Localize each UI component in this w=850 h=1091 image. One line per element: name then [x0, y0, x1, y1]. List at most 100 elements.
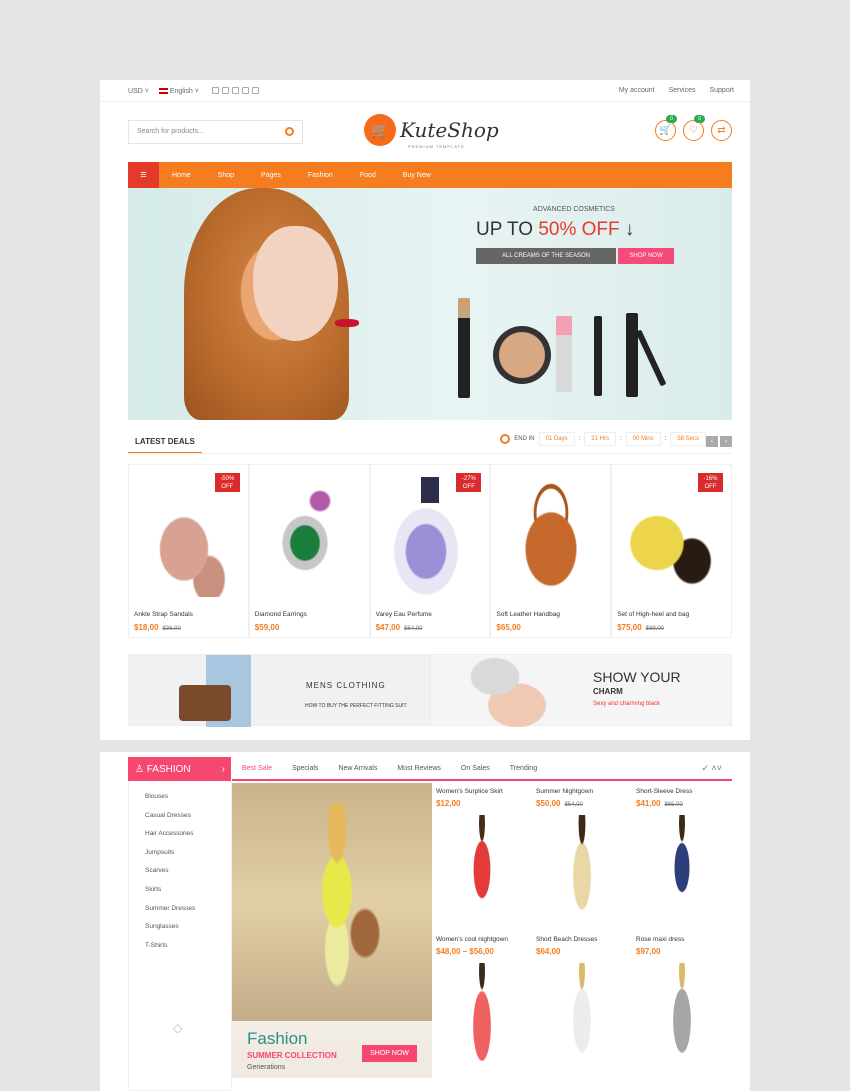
product-card[interactable]: -50% OFF Ankle Strap Sandals $18,00 $36,00: [128, 464, 249, 638]
tab-trending[interactable]: Trending: [510, 765, 537, 772]
tab-new-arrivals[interactable]: New Arrivals: [338, 765, 377, 772]
tabs-nav-icon[interactable]: ✓ ˄˅: [701, 763, 722, 774]
currency-selector[interactable]: USD ˅: [128, 88, 149, 95]
divider: [128, 453, 732, 454]
prev-arrow-icon[interactable]: ‹: [706, 436, 718, 447]
product-card[interactable]: -16% OFF Set of High-heel and bag $75,00 $…: [611, 464, 732, 638]
menu-icon[interactable]: ≡: [128, 162, 159, 188]
earrings-image: [259, 477, 360, 597]
mens-clothing-banner[interactable]: MENS CLOTHING HOW TO BUY THE PERFECT FIT…: [128, 654, 430, 727]
pinterest-icon[interactable]: [241, 87, 249, 94]
tab-on-sales[interactable]: On Sales: [461, 765, 490, 772]
twitter-icon[interactable]: [221, 87, 229, 94]
patterned-dress-image: [666, 963, 698, 1068]
compare-icon: ⇄: [717, 125, 726, 136]
pink-nightgown-image: [466, 963, 498, 1068]
nav-item-pages[interactable]: Pages: [261, 172, 281, 179]
social-links: [209, 87, 259, 96]
fashion-shop-now-button[interactable]: SHOP NOW: [362, 1045, 417, 1062]
white-beach-dress-image: [566, 963, 598, 1068]
red-dress-image: [466, 815, 498, 920]
category-item[interactable]: Skirts: [145, 881, 231, 900]
fashion-product[interactable]: Rose maxi dress $97,00: [632, 931, 732, 1079]
logo[interactable]: 🛒 KuteShop PREMIUM TEMPLATE: [364, 114, 499, 149]
discount-badge: -27% OFF: [456, 473, 482, 492]
search-input[interactable]: Search for products...: [128, 120, 303, 144]
uk-flag-icon: [158, 88, 168, 95]
bag-heels-image: [622, 477, 723, 597]
category-item[interactable]: T-Shirts: [145, 937, 231, 956]
page: USD ˅ English ˅ My account Services Supp…: [100, 80, 750, 1091]
main-nav: ≡ Home Shop Pages Fashion Food Buy New: [128, 162, 732, 188]
perfume-image: [380, 477, 481, 597]
product-card[interactable]: -27% OFF Varey Eau Perfume $47,00 $64,00: [369, 464, 491, 638]
deal-products: -50% OFF Ankle Strap Sandals $18,00 $36,00…: [128, 464, 732, 638]
model-lips-image: [335, 319, 359, 327]
dress-icon: ♙: [135, 763, 147, 775]
fashion-products: Women's Surplice Skirt $12,00 Summer Nig…: [432, 783, 732, 1078]
section-separator: [100, 740, 750, 752]
fashion-banner[interactable]: Fashion SUMMER COLLECTION Generations SH…: [232, 783, 432, 1078]
hero-banner[interactable]: ADVANCED COSMETICS UP TO 50% OFF ↓ ALL C…: [128, 188, 732, 420]
language-selector[interactable]: English ˅: [158, 88, 199, 95]
category-item[interactable]: Scarves: [145, 862, 231, 881]
nav-item-buy-new[interactable]: Buy New: [403, 172, 431, 179]
cart-button[interactable]: 🛒 0: [655, 115, 677, 141]
category-item[interactable]: Casual Dresses: [145, 807, 231, 826]
nav-item-shop[interactable]: Shop: [218, 172, 234, 179]
product-card[interactable]: Soft Leather Handbag $65,00: [490, 464, 612, 638]
timer-seconds: 58 Secs: [670, 432, 706, 446]
mascara-brush-image: [635, 329, 667, 387]
hero-sup-title: ADVANCED COSMETICS: [533, 206, 615, 213]
header-icons: 🛒 0 ♡ 0 ⇄: [655, 115, 732, 141]
category-item[interactable]: Blouses: [145, 788, 231, 807]
fashion-product[interactable]: Short-Sleeve Dress $41,00 $65,00: [632, 783, 732, 931]
compact-powder-image: [493, 326, 551, 384]
category-item[interactable]: Sunglasses: [145, 918, 231, 937]
tab-specials[interactable]: Specials: [292, 765, 318, 772]
cart-logo-icon: 🛒: [364, 114, 396, 146]
bag-image: [179, 685, 231, 721]
search-icon[interactable]: [285, 127, 294, 136]
facebook-icon[interactable]: [211, 87, 219, 94]
fashion-product[interactable]: Summer Nightgown $50,00 $54,00: [532, 783, 632, 931]
hero-headline: UP TO 50% OFF ↓: [476, 219, 635, 240]
product-card[interactable]: Diamond Earrings $59,00: [248, 464, 370, 638]
nav-item-home[interactable]: Home: [172, 172, 191, 179]
floral-nightgown-image: [566, 815, 598, 920]
fashion-product[interactable]: Short Beach Dresses $64,00: [532, 931, 632, 1079]
instagram-icon[interactable]: [251, 87, 259, 94]
category-item[interactable]: Summer Dresses: [145, 900, 231, 919]
clock-icon: [500, 434, 511, 444]
blue-floral-dress-image: [666, 815, 698, 920]
nav-item-fashion[interactable]: Fashion: [308, 172, 333, 179]
youtube-icon[interactable]: [231, 87, 239, 94]
sandals-image: [139, 477, 239, 597]
fashion-product[interactable]: Women's cool nightgown $48,00 – $56,00: [432, 931, 532, 1079]
my-account-link[interactable]: My account: [619, 87, 655, 94]
nav-item-food[interactable]: Food: [360, 172, 376, 179]
tab-most-reviews[interactable]: Most Reviews: [397, 765, 441, 772]
services-link[interactable]: Services: [669, 87, 696, 94]
fashion-header[interactable]: ♙ FASHION ›: [128, 757, 231, 781]
category-item[interactable]: Jumpsuits: [145, 844, 231, 863]
category-item[interactable]: Hair Accessories: [145, 825, 231, 844]
show-your-charm-banner[interactable]: SHOW YOUR CHARM Sexy and charming black: [430, 654, 732, 727]
compare-button[interactable]: ⇄: [711, 120, 732, 141]
scroll-icon[interactable]: ◇: [173, 1021, 182, 1035]
tab-best-sale[interactable]: Best Sale: [242, 765, 272, 772]
handbag-image: [501, 477, 602, 597]
latest-deals-title: LATEST DEALS: [128, 434, 202, 454]
fashion-section: ♙ FASHION › Best Sale Specials New Arriva…: [128, 757, 732, 1091]
fashion-product[interactable]: Women's Surplice Skirt $12,00: [432, 783, 532, 931]
heart-icon: ♡: [689, 125, 698, 136]
latest-deals-header: LATEST DEALS END IN 01 Days: 21 Hrs: 00 …: [128, 432, 732, 454]
eyeliner-image: [626, 313, 638, 397]
hero-shop-now-button[interactable]: SHOP NOW: [618, 248, 674, 264]
cart-icon: 🛒: [659, 125, 672, 136]
deal-arrows: ‹ ›: [706, 436, 732, 447]
wishlist-button[interactable]: ♡ 0: [683, 115, 705, 141]
next-arrow-icon[interactable]: ›: [720, 436, 732, 447]
support-link[interactable]: Support: [709, 87, 734, 94]
model-face-image: [253, 226, 338, 341]
